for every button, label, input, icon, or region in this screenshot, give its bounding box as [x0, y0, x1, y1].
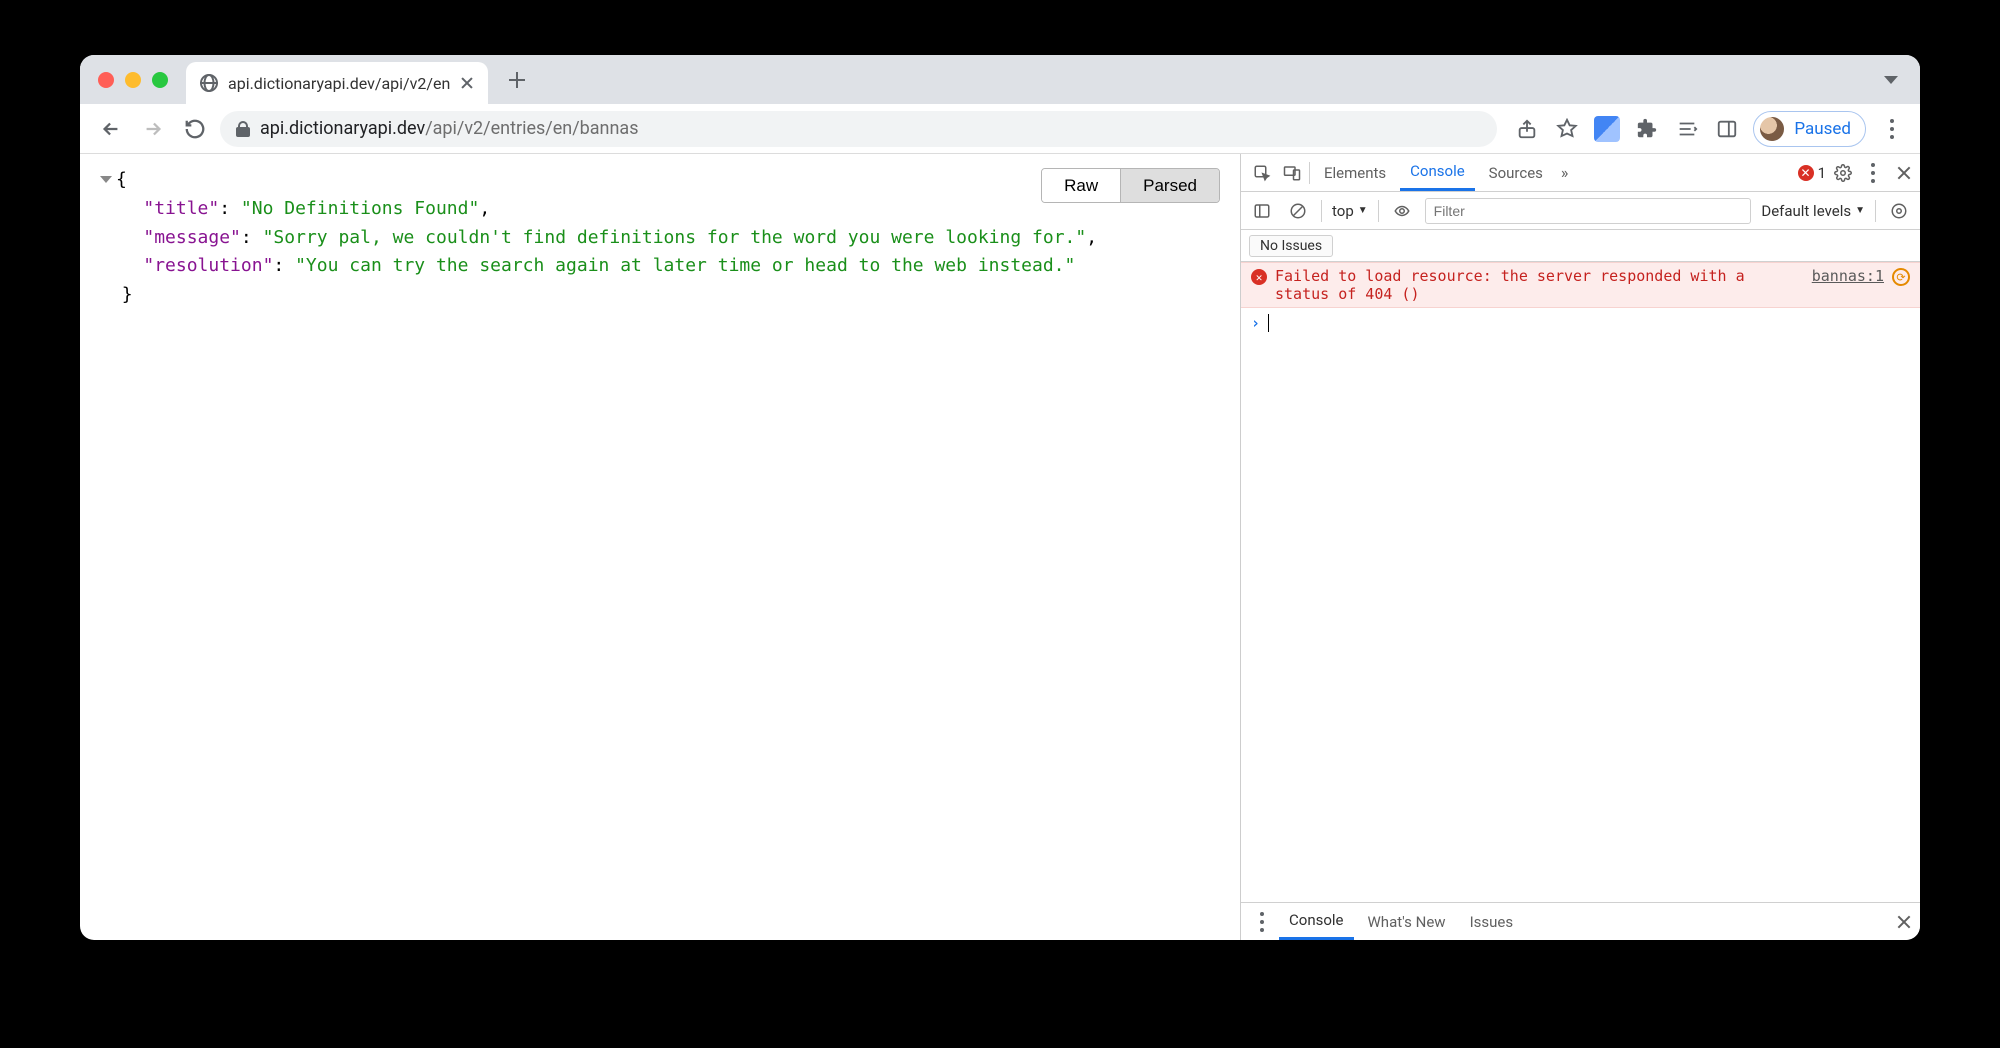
text-cursor: [1268, 314, 1269, 332]
console-toolbar: top▼ Default levels▼: [1241, 192, 1920, 230]
translate-icon[interactable]: [1593, 115, 1621, 143]
bookmark-star-icon[interactable]: [1553, 115, 1581, 143]
new-tab-button[interactable]: [502, 65, 532, 95]
globe-icon: [200, 74, 218, 92]
drawer-tab-issues[interactable]: Issues: [1460, 903, 1524, 940]
no-issues-chip[interactable]: No Issues: [1249, 235, 1333, 257]
profile-status: Paused: [1794, 119, 1851, 139]
devtools-close-button[interactable]: [1896, 165, 1912, 181]
log-levels-selector[interactable]: Default levels▼: [1761, 202, 1865, 220]
json-line: }: [100, 281, 1220, 310]
clear-console-icon[interactable]: [1285, 198, 1311, 224]
error-source-link[interactable]: bannas:1: [1812, 267, 1884, 303]
forward-button[interactable]: [136, 112, 170, 146]
tab-console[interactable]: Console: [1400, 154, 1475, 191]
url-host: api.dictionaryapi.dev/api/v2/entries/en/…: [260, 118, 638, 139]
prompt-caret-icon: ›: [1251, 314, 1260, 332]
extensions-icon[interactable]: [1633, 115, 1661, 143]
device-toggle-icon[interactable]: [1279, 160, 1305, 186]
tab-elements[interactable]: Elements: [1314, 154, 1396, 191]
window-controls: [98, 72, 168, 88]
devtools-settings-icon[interactable]: [1830, 160, 1856, 186]
collapse-icon[interactable]: [100, 176, 112, 183]
side-panel-icon[interactable]: [1713, 115, 1741, 143]
content-area: Raw Parsed { "title": "No Definitions Fo…: [80, 154, 1920, 940]
console-settings-icon[interactable]: [1886, 198, 1912, 224]
profile-chip[interactable]: Paused: [1753, 111, 1866, 147]
raw-toggle[interactable]: Raw: [1042, 169, 1121, 202]
slow-icon: ⟳: [1892, 268, 1910, 286]
inspect-icon[interactable]: [1249, 160, 1275, 186]
reload-button[interactable]: [178, 112, 212, 146]
json-view-toggle: Raw Parsed: [1041, 168, 1220, 203]
browser-window: api.dictionaryapi.dev/api/v2/en api.dict…: [80, 55, 1920, 940]
browser-tab[interactable]: api.dictionaryapi.dev/api/v2/en: [186, 62, 488, 104]
devtools-tabs: Elements Console Sources » ✕ 1: [1241, 154, 1920, 192]
live-expression-icon[interactable]: [1389, 198, 1415, 224]
parsed-toggle[interactable]: Parsed: [1121, 169, 1219, 202]
devtools-drawer: Console What's New Issues: [1241, 902, 1920, 940]
tab-title: api.dictionaryapi.dev/api/v2/en: [228, 74, 450, 93]
address-bar[interactable]: api.dictionaryapi.dev/api/v2/entries/en/…: [220, 111, 1497, 147]
drawer-tab-whatsnew[interactable]: What's New: [1358, 903, 1456, 940]
tab-search-button[interactable]: [1884, 76, 1898, 84]
back-button[interactable]: [94, 112, 128, 146]
issues-bar: No Issues: [1241, 230, 1920, 262]
filter-input[interactable]: [1425, 198, 1752, 224]
window-maximize-button[interactable]: [152, 72, 168, 88]
drawer-menu-icon[interactable]: [1249, 909, 1275, 935]
window-minimize-button[interactable]: [125, 72, 141, 88]
error-icon: ✕: [1251, 269, 1267, 285]
avatar-icon: [1758, 115, 1786, 143]
json-viewer: Raw Parsed { "title": "No Definitions Fo…: [80, 154, 1240, 940]
json-line: "resolution": "You can try the search ag…: [100, 252, 1220, 281]
console-error-row[interactable]: ✕ Failed to load resource: the server re…: [1241, 262, 1920, 308]
more-tabs-icon[interactable]: »: [1557, 163, 1573, 182]
context-selector[interactable]: top▼: [1332, 202, 1368, 220]
close-tab-button[interactable]: [460, 76, 474, 90]
window-close-button[interactable]: [98, 72, 114, 88]
drawer-close-button[interactable]: [1896, 914, 1912, 930]
devtools-panel: Elements Console Sources » ✕ 1: [1240, 154, 1920, 940]
devtools-menu-icon[interactable]: [1860, 160, 1886, 186]
error-message: Failed to load resource: the server resp…: [1275, 267, 1804, 303]
error-count-badge[interactable]: ✕ 1: [1798, 164, 1826, 182]
console-body: ✕ Failed to load resource: the server re…: [1241, 262, 1920, 902]
console-prompt[interactable]: ›: [1241, 308, 1920, 338]
toolbar-actions: Paused: [1513, 111, 1906, 147]
toolbar: api.dictionaryapi.dev/api/v2/entries/en/…: [80, 104, 1920, 154]
chrome-menu-button[interactable]: [1878, 115, 1906, 143]
tab-sources[interactable]: Sources: [1479, 154, 1553, 191]
json-line: "message": "Sorry pal, we couldn't find …: [100, 224, 1220, 253]
reading-list-icon[interactable]: [1673, 115, 1701, 143]
drawer-tab-console[interactable]: Console: [1279, 903, 1354, 940]
console-sidebar-toggle-icon[interactable]: [1249, 198, 1275, 224]
share-icon[interactable]: [1513, 115, 1541, 143]
error-icon: ✕: [1798, 165, 1814, 181]
tab-strip: api.dictionaryapi.dev/api/v2/en: [80, 55, 1920, 104]
lock-icon: [236, 121, 250, 137]
